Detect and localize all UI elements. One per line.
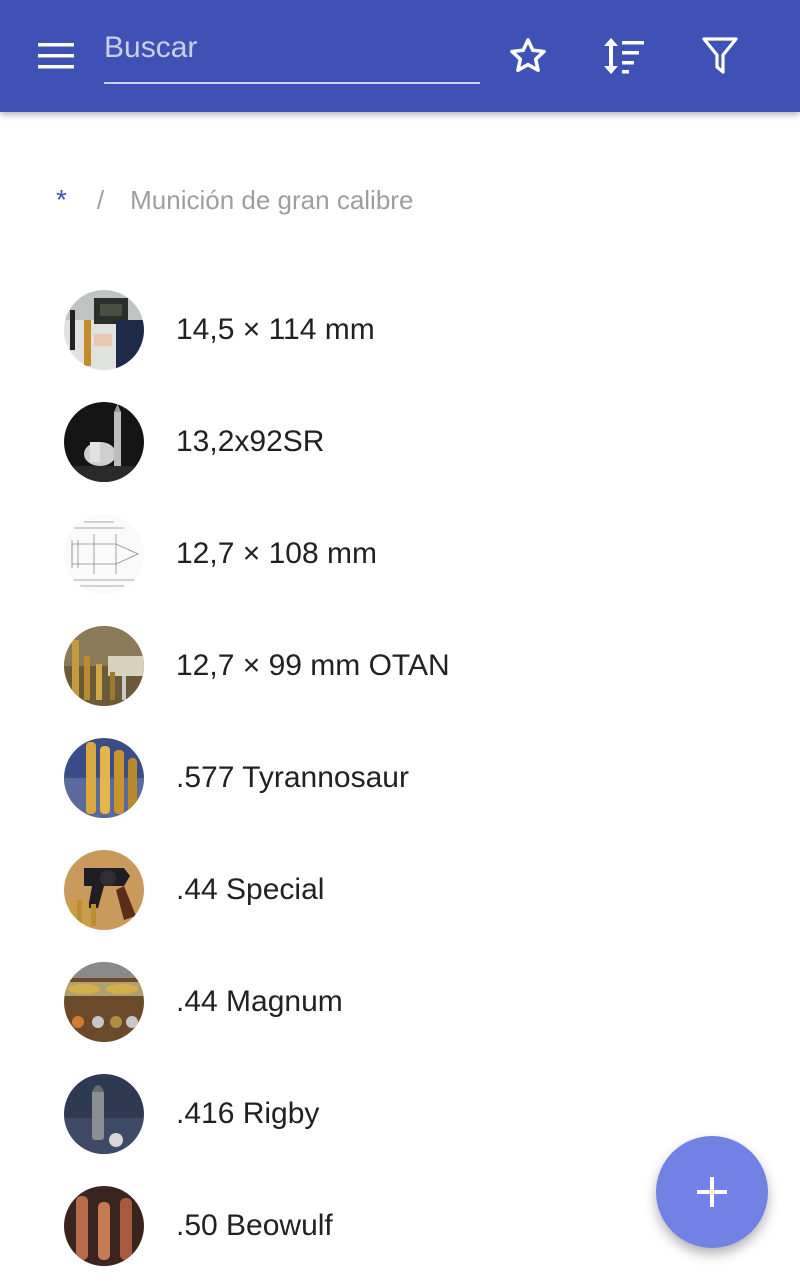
item-label: 12,7 × 108 mm [176, 537, 377, 570]
item-thumbnail [64, 738, 144, 818]
item-label: 13,2x92SR [176, 425, 325, 458]
list-item[interactable]: 12,7 × 99 mm OTAN [0, 610, 800, 722]
item-thumbnail [64, 514, 144, 594]
item-label: .44 Special [176, 873, 325, 906]
plus-icon [697, 1177, 727, 1207]
cartridge-list: 14,5 × 114 mm 13,2x92SR 12,7 × 108 mm 12… [0, 274, 800, 1282]
item-label: 12,7 × 99 mm OTAN [176, 649, 450, 682]
item-label: .577 Tyrannosaur [176, 761, 409, 794]
item-thumbnail [64, 1186, 144, 1266]
item-thumbnail [64, 962, 144, 1042]
item-thumbnail [64, 626, 144, 706]
search-field [104, 22, 480, 84]
item-thumbnail [64, 1074, 144, 1154]
menu-icon [38, 43, 74, 69]
sort-icon [604, 38, 644, 74]
add-button[interactable] [656, 1136, 768, 1248]
item-label: .44 Magnum [176, 985, 343, 1018]
item-thumbnail [64, 850, 144, 930]
item-label: .50 Beowulf [176, 1209, 333, 1242]
list-item[interactable]: .44 Magnum [0, 946, 800, 1058]
item-label: 14,5 × 114 mm [176, 313, 375, 346]
list-item[interactable]: 13,2x92SR [0, 386, 800, 498]
star-outline-icon [510, 38, 546, 73]
search-input[interactable] [104, 22, 480, 74]
app-bar [0, 0, 800, 112]
favorites-button[interactable] [498, 26, 558, 86]
item-label: .416 Rigby [176, 1097, 320, 1130]
list-item[interactable]: 14,5 × 114 mm [0, 274, 800, 386]
breadcrumb-current: Munición de gran calibre [130, 184, 414, 215]
menu-button[interactable] [26, 26, 86, 86]
item-thumbnail [64, 290, 144, 370]
breadcrumb-separator: / [96, 184, 105, 215]
item-thumbnail [64, 402, 144, 482]
sort-button[interactable] [594, 26, 654, 86]
filter-button[interactable] [690, 26, 750, 86]
breadcrumb: * / Munición de gran calibre [56, 180, 413, 220]
filter-icon [702, 37, 738, 74]
list-item[interactable]: .577 Tyrannosaur [0, 722, 800, 834]
list-item[interactable]: .44 Special [0, 834, 800, 946]
list-item[interactable]: 12,7 × 108 mm [0, 498, 800, 610]
breadcrumb-root[interactable]: * [56, 184, 67, 216]
